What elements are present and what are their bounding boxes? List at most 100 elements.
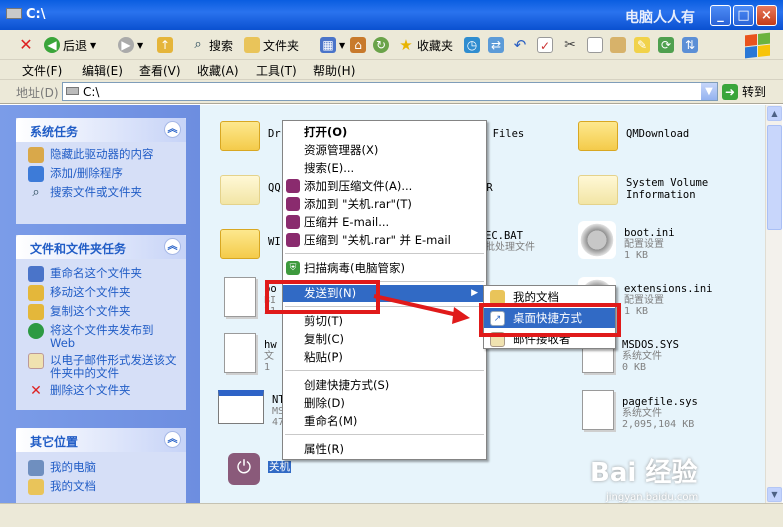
search-button[interactable]: ⌕ 搜索 — [190, 34, 233, 56]
task-publish[interactable]: 将这个文件夹发布到 Web — [16, 322, 186, 352]
menu-label: 我的文档 — [513, 290, 559, 304]
task-delete[interactable]: ✕ 删除这个文件夹 — [16, 382, 186, 401]
menu-add-archive[interactable]: 添加到压缩文件(A)... — [283, 178, 486, 195]
undo-button[interactable]: ↶ — [512, 34, 528, 56]
folder-icon — [220, 175, 260, 205]
undo-icon: ↶ — [513, 36, 527, 54]
file-item[interactable]: EC.BAT 批处理文件 — [485, 224, 535, 253]
menu-tools[interactable]: 工具(T) — [256, 62, 297, 79]
scroll-up-icon[interactable]: ▲ — [767, 106, 782, 121]
refresh-button[interactable]: ↻ — [373, 34, 389, 56]
file-item[interactable]: QMDownload — [578, 113, 689, 151]
text-file-icon — [224, 333, 256, 373]
favorites-button[interactable]: ★ 收藏夹 — [398, 34, 453, 56]
menu-scan-virus[interactable]: ⛨ 扫描病毒(电脑管家) — [283, 260, 486, 277]
history-button[interactable]: ◷ — [464, 34, 480, 56]
folder-icon — [220, 121, 260, 151]
sync-button[interactable]: ⟳ — [658, 34, 674, 56]
menu-create-shortcut[interactable]: 创建快捷方式(S) — [283, 377, 486, 394]
up-folder-button[interactable]: ↑ — [157, 34, 173, 56]
copy-icon — [28, 304, 44, 320]
file-item[interactable]: WI — [220, 221, 281, 259]
menu-view[interactable]: 查看(V) — [139, 62, 181, 79]
minimize-button[interactable]: _ — [710, 5, 731, 26]
copy-button[interactable] — [587, 34, 603, 56]
address-dropdown-icon[interactable]: ▼ — [701, 83, 717, 100]
other-places-header[interactable]: 其它位置 ︽ — [16, 428, 186, 452]
menu-explorer[interactable]: 资源管理器(X) — [283, 142, 486, 159]
menu-compress-rar-email[interactable]: 压缩到 "关机.rar" 并 E-mail — [283, 232, 486, 249]
file-item[interactable]: System Volume Information — [578, 167, 708, 205]
home-button[interactable]: ⌂ — [350, 34, 366, 56]
menu-favorites[interactable]: 收藏(A) — [197, 62, 239, 79]
menu-copy[interactable]: 复制(C) — [283, 331, 486, 348]
task-copy[interactable]: 复制这个文件夹 — [16, 303, 186, 322]
file-item[interactable]: NT MS 47 — [218, 390, 285, 428]
task-rename[interactable]: 重命名这个文件夹 — [16, 265, 186, 284]
address-input[interactable]: C:\ ▼ — [62, 82, 718, 101]
scroll-down-icon[interactable]: ▼ — [767, 487, 782, 502]
task-move[interactable]: 移动这个文件夹 — [16, 284, 186, 303]
menu-delete[interactable]: 删除(D) — [283, 395, 486, 412]
cut-button[interactable]: ✂ — [562, 34, 578, 56]
vertical-scrollbar[interactable]: ▲ ▼ — [765, 105, 782, 503]
collapse-icon[interactable]: ︽ — [164, 238, 181, 255]
folders-button[interactable]: 文件夹 — [244, 34, 299, 56]
properties-button[interactable]: ✓ — [537, 34, 553, 56]
back-button[interactable]: ◀ 后退 ▼ — [44, 34, 96, 56]
menu-search[interactable]: 搜索(E)... — [283, 160, 486, 177]
menu-help[interactable]: 帮助(H) — [313, 62, 355, 79]
system-tasks-title: 系统任务 — [30, 125, 79, 139]
move-icon — [28, 285, 44, 301]
address-bar: 地址(D) C:\ ▼ ➜ 转到 — [0, 80, 783, 104]
menu-properties[interactable]: 属性(R) — [283, 441, 486, 458]
menu-file[interactable]: 文件(F) — [22, 62, 62, 79]
menu-bar: 文件(F) 编辑(E) 查看(V) 收藏(A) 工具(T) 帮助(H) — [0, 60, 783, 80]
close-button[interactable]: × — [756, 5, 777, 26]
scissors-icon: ✂ — [564, 37, 576, 53]
file-tasks-title: 文件和文件夹任务 — [30, 242, 127, 256]
sort-button[interactable]: ⇅ — [682, 34, 698, 56]
collapse-icon[interactable]: ︽ — [164, 121, 181, 138]
menu-separator — [285, 370, 484, 371]
file-item[interactable]: QQ — [220, 167, 281, 205]
edit-button[interactable]: ✎ — [634, 34, 650, 56]
file-item[interactable]: Dr — [220, 113, 281, 151]
annotation-arrow — [373, 294, 470, 324]
forward-button[interactable]: ▶ ▼ — [118, 34, 143, 56]
file-name: boot.ini — [624, 227, 675, 239]
file-type: 批处理文件 — [485, 242, 535, 253]
scroll-thumb[interactable] — [767, 125, 782, 230]
file-size: 0 KB — [622, 362, 647, 373]
views-button[interactable]: ▦ ▼ — [320, 34, 345, 56]
menu-add-rar[interactable]: 添加到 "关机.rar"(T) — [283, 196, 486, 213]
menu-paste[interactable]: 粘贴(P) — [283, 349, 486, 366]
file-item[interactable]: hw 文 1 — [224, 333, 277, 373]
rename-icon — [28, 266, 44, 282]
place-my-documents[interactable]: 我的文档 — [16, 478, 186, 497]
email-icon — [28, 353, 44, 369]
menu-edit[interactable]: 编辑(E) — [82, 62, 123, 79]
file-item[interactable]: pagefile.sys 系统文件 2,095,104 KB — [582, 390, 698, 430]
collapse-icon[interactable]: ︽ — [164, 431, 181, 448]
file-item[interactable]: boot.ini 配置设置 1 KB — [578, 221, 675, 261]
checklist-icon: ✓ — [537, 37, 553, 53]
system-tasks-header[interactable]: 系统任务 ︽ — [16, 118, 186, 142]
maximize-button[interactable]: □ — [733, 5, 754, 26]
move-to-button[interactable]: ⇄ — [488, 34, 504, 56]
task-add-remove[interactable]: 添加/删除程序 — [16, 165, 186, 184]
paste-button[interactable] — [610, 34, 626, 56]
menu-open[interactable]: 打开(O) — [283, 124, 486, 141]
place-my-computer[interactable]: 我的电脑 — [16, 459, 186, 478]
menu-rename[interactable]: 重命名(M) — [283, 413, 486, 430]
my-computer-icon — [28, 460, 44, 476]
go-button[interactable]: ➜ 转到 — [722, 83, 766, 100]
task-search[interactable]: ⌕ 搜索文件或文件夹 — [16, 184, 186, 203]
file-tasks-header[interactable]: 文件和文件夹任务 ︽ — [16, 235, 186, 259]
menu-compress-email[interactable]: 压缩并 E-mail... — [283, 214, 486, 231]
my-documents-icon — [28, 479, 44, 495]
stop-button[interactable]: ✕ — [18, 34, 34, 56]
task-hide-drive[interactable]: 隐藏此驱动器的内容 — [16, 146, 186, 165]
task-email[interactable]: 以电子邮件形式发送该文件夹中的文件 — [16, 352, 186, 382]
menu-label: 扫描病毒(电脑管家) — [304, 261, 405, 275]
